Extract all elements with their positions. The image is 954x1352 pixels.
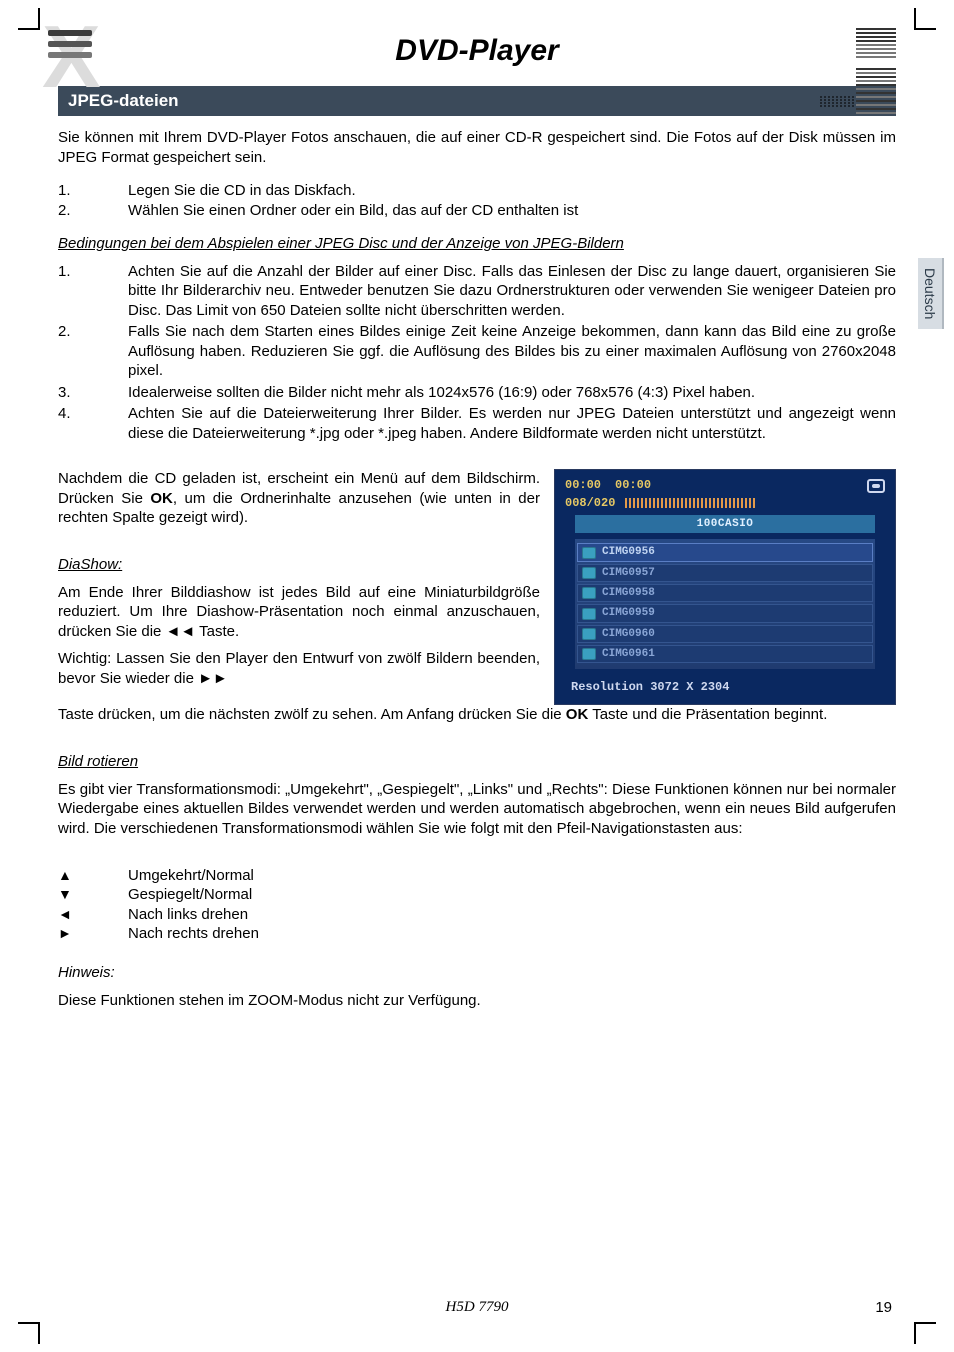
file-counter: 008/020 [565,496,615,512]
arrow-up-icon: ▲ [58,866,128,886]
progress-dots-icon [625,498,755,508]
arrow-down-icon: ▼ [58,885,128,905]
stop-icon [867,479,885,493]
arrow-function-list: ▲Umgekehrt/Normal ▼Gespiegelt/Normal ◄Na… [58,866,896,944]
list-number: 1. [58,262,128,321]
rotate-body: Es gibt vier Transformationsmodi: „Umgek… [58,780,896,839]
footer-model: H5D 7790 [446,1299,509,1316]
file-list: CIMG0956 CIMG0957 CIMG0958 CIMG0959 CIMG… [575,539,875,669]
image-file-icon [582,648,596,660]
image-file-icon [582,587,596,599]
edge-barcode-icon [856,28,896,208]
time-elapsed: 00:00 [565,478,601,494]
file-item: CIMG0961 [577,645,873,663]
crop-mark [914,1322,936,1344]
intro-paragraph: Sie können mit Ihrem DVD-Player Fotos an… [58,128,896,167]
arrow-label: Umgekehrt/Normal [128,866,896,886]
note-body: Diese Funktionen stehen im ZOOM-Modus ni… [58,991,896,1011]
diashow-heading: DiaShow: [58,556,122,573]
page-title: DVD-Player [58,34,896,68]
section-header: JPEG-dateien [58,86,896,116]
image-file-icon [582,547,596,559]
note-heading: Hinweis: [58,964,115,981]
crop-mark [18,1322,40,1344]
arrow-label: Nach links drehen [128,905,896,925]
list-text: Achten Sie auf die Dateierweiterung Ihre… [128,404,896,443]
basic-steps-list: 1.Legen Sie die CD in das Diskfach. 2.Wä… [58,181,896,220]
diashow-continued: Taste drücken, um die nächsten zwölf zu … [58,705,896,725]
dot-pattern-icon [820,96,854,116]
conditions-heading: Bedingungen bei dem Abspielen einer JPEG… [58,235,624,252]
resolution-line: Resolution 3072 X 2304 [571,680,729,696]
image-file-icon [582,628,596,640]
file-item: CIMG0956 [577,543,873,561]
list-text: Legen Sie die CD in das Diskfach. [128,181,896,201]
list-number: 2. [58,322,128,381]
arrow-label: Nach rechts drehen [128,924,896,944]
time-total: 00:00 [615,478,651,494]
list-text: Wählen Sie einen Ordner oder ein Bild, d… [128,201,896,221]
image-file-icon [582,567,596,579]
diashow-important: Wichtig: Lassen Sie den Player den Entwu… [58,649,540,688]
list-text: Achten Sie auf die Anzahl der Bilder auf… [128,262,896,321]
list-text: Idealerweise sollten die Bilder nicht me… [128,383,896,403]
brand-logo: X [48,30,128,98]
list-text: Falls Sie nach dem Starten eines Bildes … [128,322,896,381]
list-number: 2. [58,201,128,221]
after-load-paragraph: Nachdem die CD geladen ist, erscheint ei… [58,469,540,528]
page-number: 19 [875,1299,892,1316]
arrow-left-icon: ◄ [58,905,128,925]
folder-name: 100CASIO [575,515,875,533]
file-item: CIMG0959 [577,604,873,622]
list-number: 4. [58,404,128,443]
list-number: 1. [58,181,128,201]
rotate-heading: Bild rotieren [58,753,138,770]
file-item: CIMG0960 [577,625,873,643]
file-item: CIMG0957 [577,564,873,582]
arrow-label: Gespiegelt/Normal [128,885,896,905]
image-file-icon [582,608,596,620]
diashow-body: Am Ende Ihrer Bilddiashow ist jedes Bild… [58,583,540,642]
file-item: CIMG0958 [577,584,873,602]
conditions-list: 1.Achten Sie auf die Anzahl der Bilder a… [58,262,896,444]
embedded-ui-screenshot: 00:00 00:00 008/020 100CASIO CIMG0956 CI… [554,469,896,705]
list-number: 3. [58,383,128,403]
arrow-right-icon: ► [58,924,128,944]
